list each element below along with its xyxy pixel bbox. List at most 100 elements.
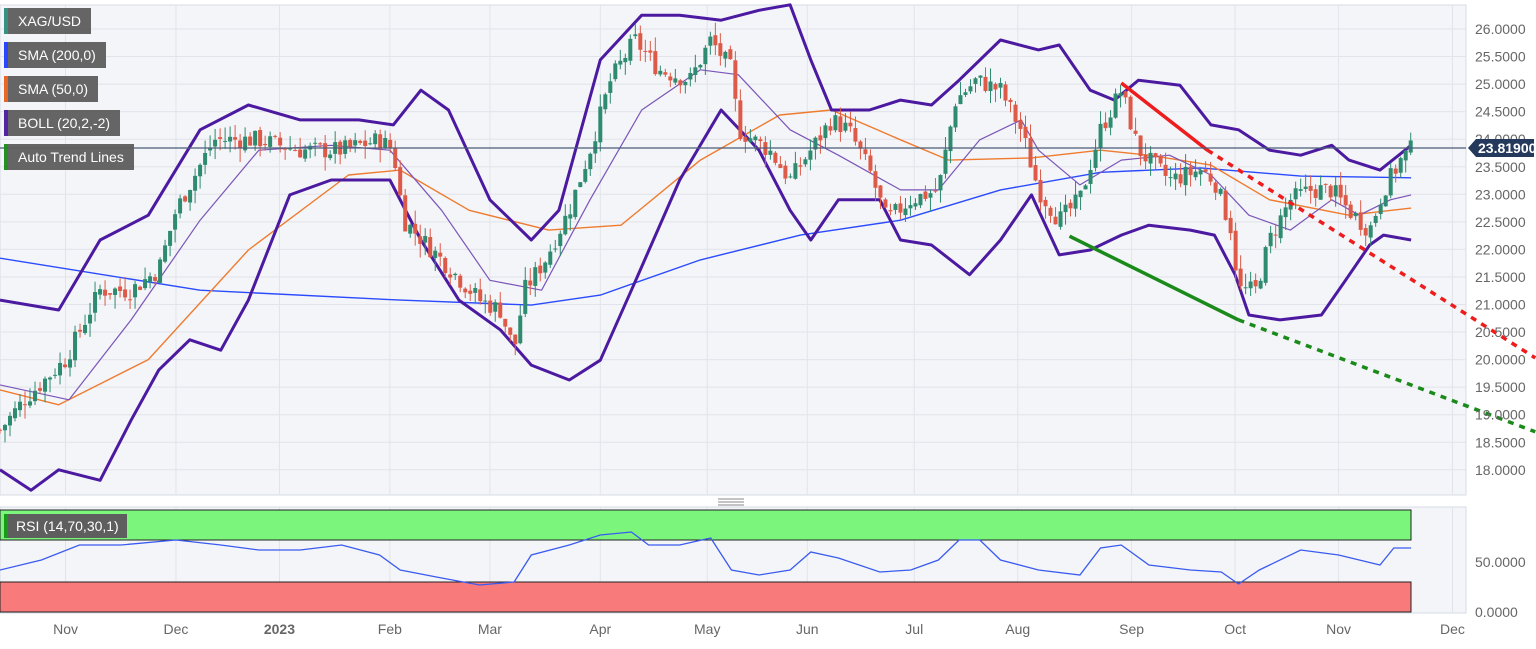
candle-body xyxy=(868,155,873,171)
candle-body xyxy=(498,302,503,318)
candle-body xyxy=(93,292,98,313)
candle-body xyxy=(328,154,333,159)
legend-sma50[interactable]: SMA (50,0) xyxy=(4,76,99,102)
candle-body xyxy=(1128,96,1133,130)
candle-body xyxy=(798,165,803,167)
candle-body xyxy=(453,273,458,276)
candle-body xyxy=(1138,135,1143,157)
legend-rsi[interactable]: RSI (14,70,30,1) xyxy=(4,514,127,538)
candle-body xyxy=(923,191,928,199)
candle-body xyxy=(933,190,938,192)
candle-body xyxy=(223,140,228,142)
candle-body xyxy=(848,122,853,127)
price-tick-label: 21.0000 xyxy=(1475,297,1526,313)
candle-body xyxy=(908,205,913,209)
candle-body xyxy=(1233,230,1238,271)
candle-body xyxy=(1358,212,1363,230)
candle-body xyxy=(1153,153,1158,158)
rsi-tick-label: 0.0000 xyxy=(1475,604,1518,620)
candle-body xyxy=(1163,164,1168,176)
candle-body xyxy=(728,49,733,60)
candle-body xyxy=(73,331,78,361)
candle-body xyxy=(843,122,848,131)
candle-body xyxy=(1298,189,1303,191)
candle-body xyxy=(118,286,123,292)
candle-body xyxy=(1068,202,1073,209)
candle-body xyxy=(733,60,738,99)
candle-body xyxy=(218,137,223,139)
candle-body xyxy=(273,135,278,137)
candle-body xyxy=(918,194,923,206)
candle-body xyxy=(1268,232,1273,247)
candle-body xyxy=(963,92,968,95)
candle-body xyxy=(973,78,978,84)
candle-body xyxy=(978,75,983,78)
candle-body xyxy=(1173,173,1178,180)
candle-body xyxy=(588,153,593,170)
candle-body xyxy=(1008,99,1013,102)
candle-body xyxy=(428,237,433,258)
candle-body xyxy=(838,116,843,133)
candle-body xyxy=(1213,182,1218,193)
candle-body xyxy=(1223,190,1228,220)
candle-body xyxy=(898,203,903,213)
candle-body xyxy=(1033,165,1038,181)
candle-body xyxy=(783,165,788,179)
price-tick-label: 20.5000 xyxy=(1475,324,1526,340)
candle-body xyxy=(1293,188,1298,200)
candle-body xyxy=(773,152,778,163)
pane-resize-handle[interactable] xyxy=(718,498,744,506)
candle-body xyxy=(228,136,233,142)
candle-body xyxy=(808,150,813,160)
candle-body xyxy=(633,34,638,37)
price-chart[interactable]: 18.0000 18.5000 19.0000 19.5000 20.0000 20.50… xyxy=(0,0,1536,649)
candle-body xyxy=(458,275,463,288)
candle-body xyxy=(463,288,468,293)
last-price-label: 23.81900 xyxy=(1478,140,1536,156)
candle-body xyxy=(403,195,408,232)
candle-body xyxy=(713,35,718,46)
time-tick-label: Jul xyxy=(905,621,923,637)
price-tick-label: 26.0000 xyxy=(1475,21,1526,37)
candle-body xyxy=(668,76,673,81)
candle-body xyxy=(983,76,988,91)
candle-body xyxy=(353,140,358,146)
legend-auto-trend-lines[interactable]: Auto Trend Lines xyxy=(4,144,134,170)
candle-body xyxy=(793,163,798,179)
candle-body xyxy=(598,106,603,143)
candle-body xyxy=(658,70,663,75)
candle-body xyxy=(298,149,303,158)
candle-body xyxy=(1103,122,1108,129)
candle-body xyxy=(468,290,473,294)
candle-body xyxy=(1398,158,1403,173)
legend-sma200[interactable]: SMA (200,0) xyxy=(4,42,106,68)
price-tick-label: 18.0000 xyxy=(1475,462,1526,478)
price-tick-label: 18.5000 xyxy=(1475,434,1526,450)
candle-body xyxy=(578,182,583,188)
candle-body xyxy=(378,134,383,149)
candle-body xyxy=(1193,171,1198,178)
price-tick-label: 23.0000 xyxy=(1475,186,1526,202)
candle-body xyxy=(268,136,273,147)
candle-body xyxy=(98,289,103,295)
candle-body xyxy=(1343,195,1348,206)
candle-body xyxy=(1348,204,1353,218)
candle-body xyxy=(293,150,298,152)
legend-xagusd[interactable]: XAG/USD xyxy=(4,8,92,34)
candle-body xyxy=(1038,180,1043,203)
candle-body xyxy=(13,408,18,419)
candle-body xyxy=(113,288,118,295)
candle-body xyxy=(1063,204,1068,213)
candle-body xyxy=(1013,104,1018,122)
candle-body xyxy=(258,130,263,147)
time-tick-label: Dec xyxy=(163,621,188,637)
candle-body xyxy=(68,359,73,368)
candle-body xyxy=(743,137,748,142)
candle-body xyxy=(528,280,533,286)
candle-body xyxy=(483,300,488,302)
candle-body xyxy=(818,135,823,141)
candle-body xyxy=(1098,123,1103,149)
price-tick-label: 22.0000 xyxy=(1475,241,1526,257)
candle-body xyxy=(833,115,838,131)
legend-boll[interactable]: BOLL (20,2,-2) xyxy=(4,110,121,136)
